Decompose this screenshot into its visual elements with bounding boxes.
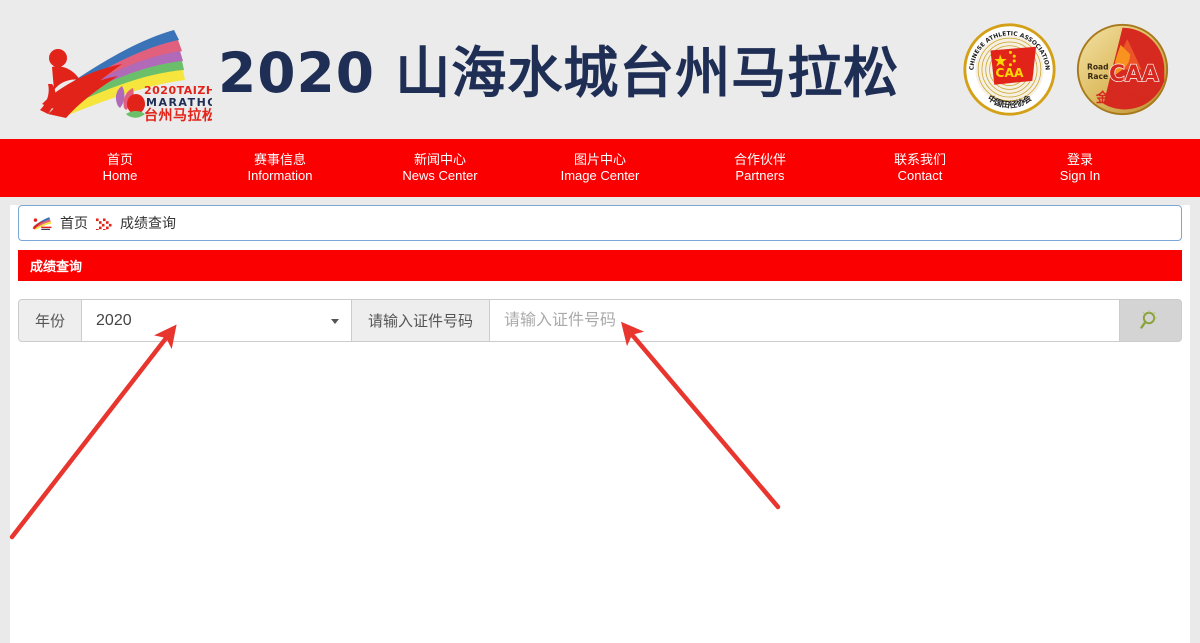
nav-item-sign-in[interactable]: 登录 Sign In [1000,152,1160,185]
logo-text-cn: 台州马拉松 [144,107,212,123]
nav-item-image-center-en: Image Center [560,168,640,183]
year-select[interactable]: 2020 [82,299,353,342]
nav-item-partners-en: Partners [735,168,785,183]
nav-item-contact[interactable]: 联系我们 Contact [840,152,1000,185]
nav-item-sign-in-en: Sign In [1059,168,1101,183]
breadcrumb-item-current: 成绩查询 [120,215,176,231]
nav-item-partners-cn: 合作伙伴 [733,151,786,167]
nav-item-news-center[interactable]: 新闻中心 News Center [360,152,520,185]
nav-item-information-en: Information [247,168,313,183]
result-query-form: 年份 2020 请输入证件号码 [18,299,1182,342]
breadcrumb-logo-icon [32,217,52,230]
breadcrumb: 首页 成绩查询 [18,205,1182,241]
nav-item-news-center-en: News Center [402,168,478,183]
nav-item-image-center[interactable]: 图片中心 Image Center [520,152,680,185]
badge-road-text: Road [1087,63,1109,72]
badge-race-text: Race [1087,72,1108,81]
search-icon [1139,309,1157,329]
sanction-badges: CAA CHINESE ATHLETIC ASSOCIATION 中国田径协会 [962,22,1170,117]
nav-item-home-cn: 首页 [106,151,133,167]
year-select-value: 2020 [96,311,132,329]
nav-item-home[interactable]: 首页 Home [40,152,200,185]
nav-item-sign-in-cn: 登录 [1066,151,1093,167]
chevron-down-icon [331,318,340,324]
caa-gold-label-road-race-badge: Road Race CAA 金牌赛事 [1076,23,1169,116]
main-navigation: 首页 Home 赛事信息 Information 新闻中心 News Cente… [0,139,1200,197]
page-root: 2020TAIZHOU MARATHON 台州马拉松 2020 山海水城台州马拉… [0,0,1200,643]
badge-caa-mark: CAA [1109,62,1159,87]
nav-item-partners[interactable]: 合作伙伴 Partners [680,152,840,185]
nav-item-information-cn: 赛事信息 [253,151,306,167]
nav-item-information[interactable]: 赛事信息 Information [200,152,360,185]
taizhou-marathon-logo[interactable]: 2020TAIZHOU MARATHON 台州马拉松 [22,18,212,123]
page-title: 2020 山海水城台州马拉松 [218,41,900,105]
nav-item-home-en: Home [102,168,138,183]
year-label: 年份 [18,299,83,342]
id-number-label: 请输入证件号码 [352,299,491,342]
caa-mark-text: CAA [995,66,1024,80]
search-button[interactable] [1120,299,1182,342]
nav-item-news-center-cn: 新闻中心 [413,151,466,167]
section-title: 成绩查询 [30,259,83,274]
id-number-input[interactable] [490,299,1120,342]
section-header: 成绩查询 [18,250,1182,281]
breadcrumb-item-home[interactable]: 首页 [60,213,88,233]
nav-item-contact-en: Contact [897,168,943,183]
content-panel: 首页 成绩查询 成绩查询 年份 2020 请输入证件号码 请输入证件号码 [10,205,1190,643]
double-chevron-right-icon [96,218,112,230]
nav-item-contact-cn: 联系我们 [893,151,946,167]
site-header: 2020TAIZHOU MARATHON 台州马拉松 2020 山海水城台州马拉… [0,0,1200,139]
marathon-logo-icon: 2020TAIZHOU MARATHON 台州马拉松 [40,30,212,123]
badge-gold-event-cn: 金牌赛事 [1095,89,1149,106]
nav-item-image-center-cn: 图片中心 [573,151,626,167]
chinese-athletic-association-badge: CAA CHINESE ATHLETIC ASSOCIATION 中国田径协会 [963,23,1056,116]
